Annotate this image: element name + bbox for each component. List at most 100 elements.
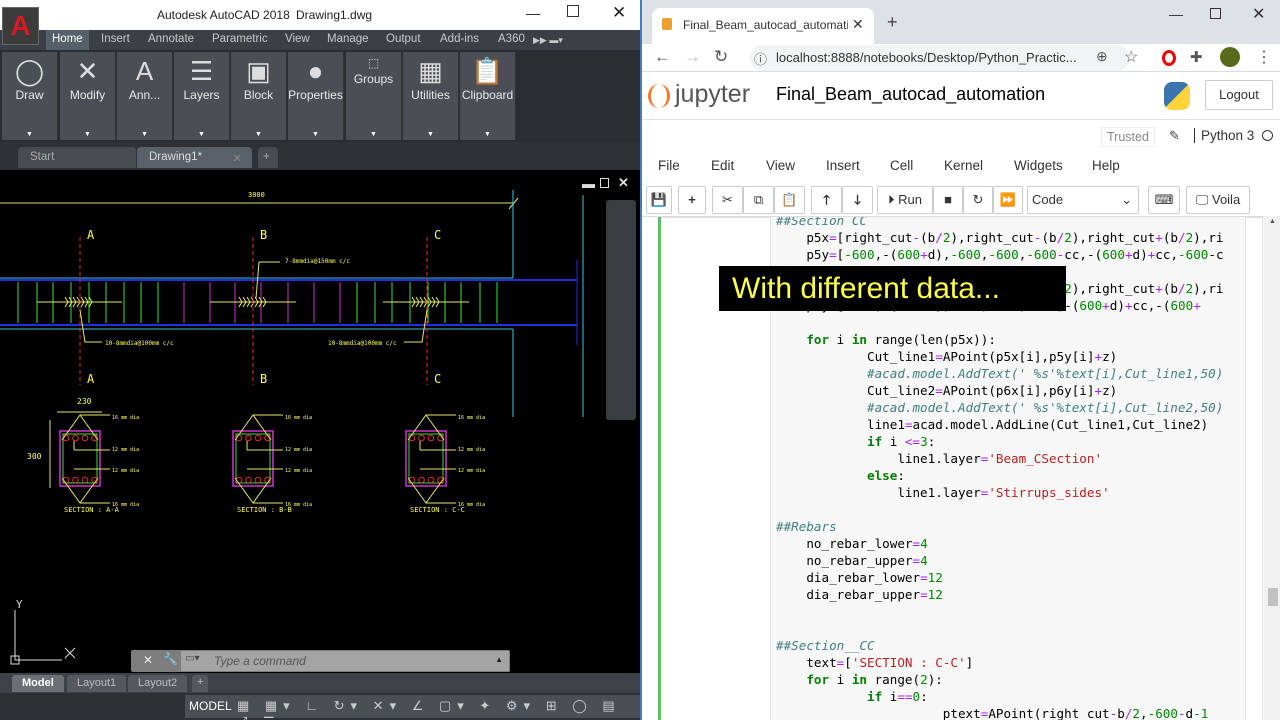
viewport-minimize-icon[interactable]: ▬ — [582, 176, 595, 191]
cell-type-select[interactable]: Code ⌄ — [1027, 186, 1139, 214]
menu-cell[interactable]: Cell — [890, 158, 913, 173]
code-line[interactable]: else: — [776, 467, 905, 484]
status-toggle-icons[interactable]: ▦ ▦▾ ∟ ↻▾ ✕▾ ∠ ▢▾ ✦ ⚙▾ ⊞ ◯ ▤ ⤢ ☰ — [237, 698, 640, 720]
notebook-name[interactable]: Final_Beam_autocad_automation — [776, 84, 1045, 105]
code-line[interactable]: no_rebar_lower=4 — [776, 535, 927, 552]
bookmark-star-icon[interactable]: ☆ — [1124, 47, 1138, 67]
wrench-icon[interactable]: 🔧 — [163, 652, 178, 666]
layout-tab-model[interactable]: Model — [12, 675, 64, 692]
move-up-button[interactable]: 🡑 — [811, 186, 842, 214]
kernel-name: Python 3 — [1194, 128, 1254, 143]
code-line[interactable]: if i==0: — [776, 688, 928, 705]
code-line[interactable]: p5y=[-600,-(600+d),-600,-600,-600-cc,-(6… — [776, 246, 1223, 263]
minimize-icon[interactable]: — — [1169, 6, 1183, 22]
edit-pencil-icon[interactable]: ✎ — [1169, 128, 1180, 144]
code-line[interactable]: for i in range(2): — [776, 671, 943, 688]
forward-icon[interactable]: → — [684, 47, 701, 67]
code-token: = — [829, 247, 837, 262]
code-token: d) — [1132, 247, 1148, 262]
code-line[interactable]: no_rebar_upper=4 — [776, 552, 927, 569]
code-line[interactable]: #acad.model.AddText(' %s'%text[i],Cut_li… — [776, 365, 1223, 382]
opera-extension-icon[interactable] — [1162, 50, 1176, 66]
jupyter-logo-icon[interactable] — [648, 84, 670, 108]
menu-insert[interactable]: Insert — [826, 158, 860, 173]
url-input[interactable]: ⓘ localhost:8888/notebooks/Desktop/Pytho… — [750, 45, 1130, 71]
reload-icon[interactable]: ↻ — [714, 47, 728, 67]
stirrup-label-right: 10-8mmdia@100mm c/c — [328, 340, 397, 347]
menu-kernel[interactable]: Kernel — [944, 158, 983, 173]
code-line[interactable]: dia_rebar_upper=12 — [776, 586, 943, 603]
profile-avatar[interactable] — [1220, 47, 1240, 67]
code-line[interactable]: #acad.model.AddText(' %s'%text[i],Cut_li… — [776, 399, 1223, 416]
cut-button[interactable]: ✂ — [712, 186, 743, 214]
browser-menu-icon[interactable]: ⋮ — [1256, 47, 1272, 67]
code-token: = — [904, 417, 913, 432]
copy-button[interactable]: ⧉ — [743, 186, 774, 214]
insert-cell-button[interactable]: + — [678, 186, 706, 214]
scrollbar-thumb[interactable] — [1268, 588, 1278, 606]
code-line[interactable]: ##Rebars — [776, 518, 837, 535]
model-space-button[interactable]: MODEL — [189, 699, 232, 713]
code-line[interactable]: if i <=3: — [776, 433, 935, 450]
bar-label: 12 mm dia — [112, 468, 139, 474]
viewport-restore-icon[interactable] — [600, 178, 609, 188]
jupyter-header: jupyter Final_Beam_autocad_automation Lo… — [642, 72, 1280, 120]
code-line[interactable]: ptext=APoint(right_cut-b/2,-600-d-1 — [776, 705, 1209, 720]
code-token: Cut_line1 — [776, 349, 936, 364]
application-menu-button[interactable]: A — [2, 7, 39, 45]
menu-view[interactable]: View — [766, 158, 795, 173]
new-tab-icon[interactable]: + — [887, 12, 898, 33]
close-tab-icon[interactable]: ✕ — [852, 16, 864, 33]
code-line[interactable]: Cut_line2=APoint(p6x[i],p6y[i]+z) — [776, 382, 1117, 399]
restart-run-all-button[interactable]: ⏩ — [993, 186, 1023, 214]
browser-tab[interactable]: Final_Beam_autocad_automation ✕ — [652, 8, 874, 44]
code-token: cc,-( — [1132, 298, 1171, 313]
code-line[interactable]: Cut_line1=APoint(p5x[i],p5y[i]+z) — [776, 348, 1117, 365]
save-button[interactable]: 💾 — [646, 186, 672, 214]
jupyter-logo[interactable]: jupyter — [675, 80, 750, 109]
layout-tab-layout2[interactable]: Layout2 — [128, 675, 188, 692]
menu-file[interactable]: File — [658, 158, 680, 173]
vertical-scrollbar[interactable]: ▲ — [1264, 216, 1280, 720]
code-line[interactable]: p5x=[right_cut-(b/2),right_cut-(b/2),rig… — [776, 229, 1223, 246]
maximize-icon[interactable] — [1210, 8, 1221, 19]
menu-edit[interactable]: Edit — [711, 158, 734, 173]
code-line[interactable]: ##Section__CC — [776, 637, 875, 654]
code-line[interactable]: for i in range(len(p5x)): — [776, 331, 996, 348]
move-down-button[interactable]: 🡓 — [842, 186, 873, 214]
code-line[interactable]: line1.layer='Stirrups_sides' — [776, 484, 1109, 501]
code-line[interactable]: line1.layer='Beam_CSection' — [776, 450, 1102, 467]
close-cmd-icon[interactable]: ✕ — [143, 653, 153, 667]
command-history-icon[interactable]: ▲ — [495, 655, 503, 664]
run-button[interactable]: ⏵ Run — [877, 186, 933, 214]
voila-button[interactable]: 🖵 Voila — [1186, 186, 1250, 214]
add-layout-button[interactable]: + — [192, 675, 209, 692]
zoom-icon[interactable]: ⊕ — [1096, 48, 1108, 65]
viewport-close-icon[interactable]: ✕ — [618, 175, 629, 191]
drawing-canvas[interactable]: 3000 A A B B C C 7-8mmdia@150mm c/c 10-8mmdia… — [0, 0, 640, 720]
command-input[interactable]: ▭▾ Type a command ▲ — [181, 651, 509, 671]
close-icon[interactable]: ✕ — [1252, 4, 1265, 24]
scroll-up-icon[interactable]: ▲ — [1269, 218, 1276, 225]
interrupt-button[interactable]: ■ — [933, 186, 963, 214]
code-line[interactable]: line1=acad.model.AddLine(Cut_line1,Cut_l… — [776, 416, 1208, 433]
navigation-bar[interactable] — [606, 200, 636, 420]
menu-help[interactable]: Help — [1092, 158, 1120, 173]
layout-tab-layout1[interactable]: Layout1 — [67, 675, 127, 692]
trusted-indicator[interactable]: Trusted — [1101, 127, 1155, 147]
site-info-icon[interactable]: ⓘ — [754, 49, 767, 68]
logout-button[interactable]: Logout — [1205, 80, 1273, 110]
paste-button[interactable]: 📋 — [774, 186, 805, 214]
back-icon[interactable]: ← — [654, 47, 671, 67]
keyboard-shortcuts-button[interactable]: ⌨ — [1148, 186, 1180, 214]
extensions-icon[interactable]: ✚ — [1190, 48, 1203, 66]
restart-button[interactable]: ↻ — [963, 186, 993, 214]
code-line[interactable]: ##Section CC — [776, 217, 867, 229]
code-line[interactable]: text=['SECTION : C-C'] — [776, 654, 973, 671]
code-token: + — [1102, 298, 1110, 313]
menu-widgets[interactable]: Widgets — [1014, 158, 1063, 173]
code-line[interactable]: dia_rebar_lower=12 — [776, 569, 943, 586]
code-token: APoint(right_cut — [988, 706, 1110, 720]
